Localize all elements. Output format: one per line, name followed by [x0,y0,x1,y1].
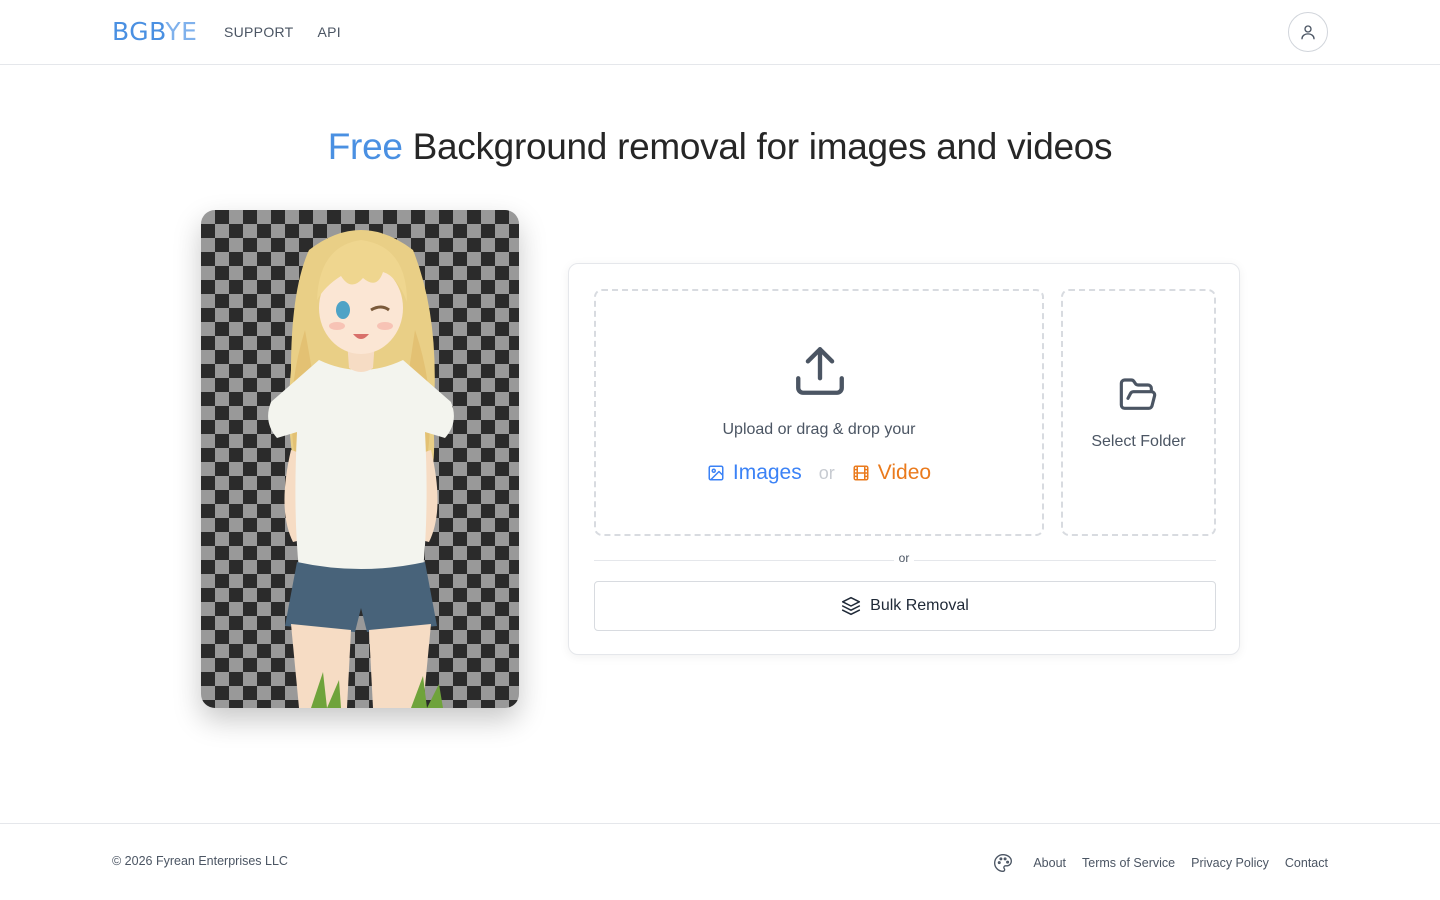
upload-prompt: Upload or drag & drop your [722,421,916,438]
nav-support[interactable]: SUPPORT [224,24,294,40]
main-nav: SUPPORT API [224,24,341,40]
page-headline: Free Background removal for images and v… [0,126,1440,168]
logo[interactable]: BGBYE [112,17,197,46]
site-footer: © 2026 Fyrean Enterprises LLC About Term… [0,823,1440,900]
nav-api[interactable]: API [318,24,341,40]
footer-link-about[interactable]: About [1033,856,1066,870]
example-preview-image [201,210,519,708]
upload-card: Upload or drag & drop your Images or Vid… [568,263,1240,655]
folder-open-icon [1119,378,1157,410]
user-icon [1301,25,1315,40]
anime-girl-illustration [268,230,454,708]
upload-icon [796,347,844,395]
film-icon [853,465,869,481]
footer-links: About Terms of Service Privacy Policy Co… [993,853,1328,873]
video-label: Video [877,461,932,484]
user-account-button[interactable] [1288,12,1328,52]
theme-toggle-button[interactable] [993,853,1013,873]
headline-text: Background removal for images and videos [402,126,1113,167]
footer-link-contact[interactable]: Contact [1285,856,1328,870]
select-folder-button[interactable]: Select Folder [1061,289,1216,536]
footer-link-privacy[interactable]: Privacy Policy [1191,856,1269,870]
image-icon [708,465,724,481]
images-label: Images [732,461,802,484]
headline-highlight: Free [327,126,403,167]
type-separator: or [818,462,835,483]
upload-images-link[interactable]: Images [707,461,802,485]
layers-icon [842,596,861,616]
footer-link-terms[interactable]: Terms of Service [1082,856,1175,870]
logo-part-1: BGB [112,17,166,46]
bulk-removal-button[interactable]: Bulk Removal [594,581,1216,631]
copyright-text: © 2026 Fyrean Enterprises LLC [112,854,288,868]
upload-dropzone[interactable]: Upload or drag & drop your Images or Vid… [594,289,1044,536]
upload-video-link[interactable]: Video [852,461,931,485]
bulk-removal-label: Bulk Removal [870,597,969,614]
site-header: BGBYE SUPPORT API [0,0,1440,65]
palette-icon [994,854,1013,872]
file-type-row: Images or Video [596,461,1042,485]
select-folder-label: Select Folder [1091,433,1186,450]
logo-part-2: YE [165,17,198,46]
or-divider-label: or [894,551,914,565]
